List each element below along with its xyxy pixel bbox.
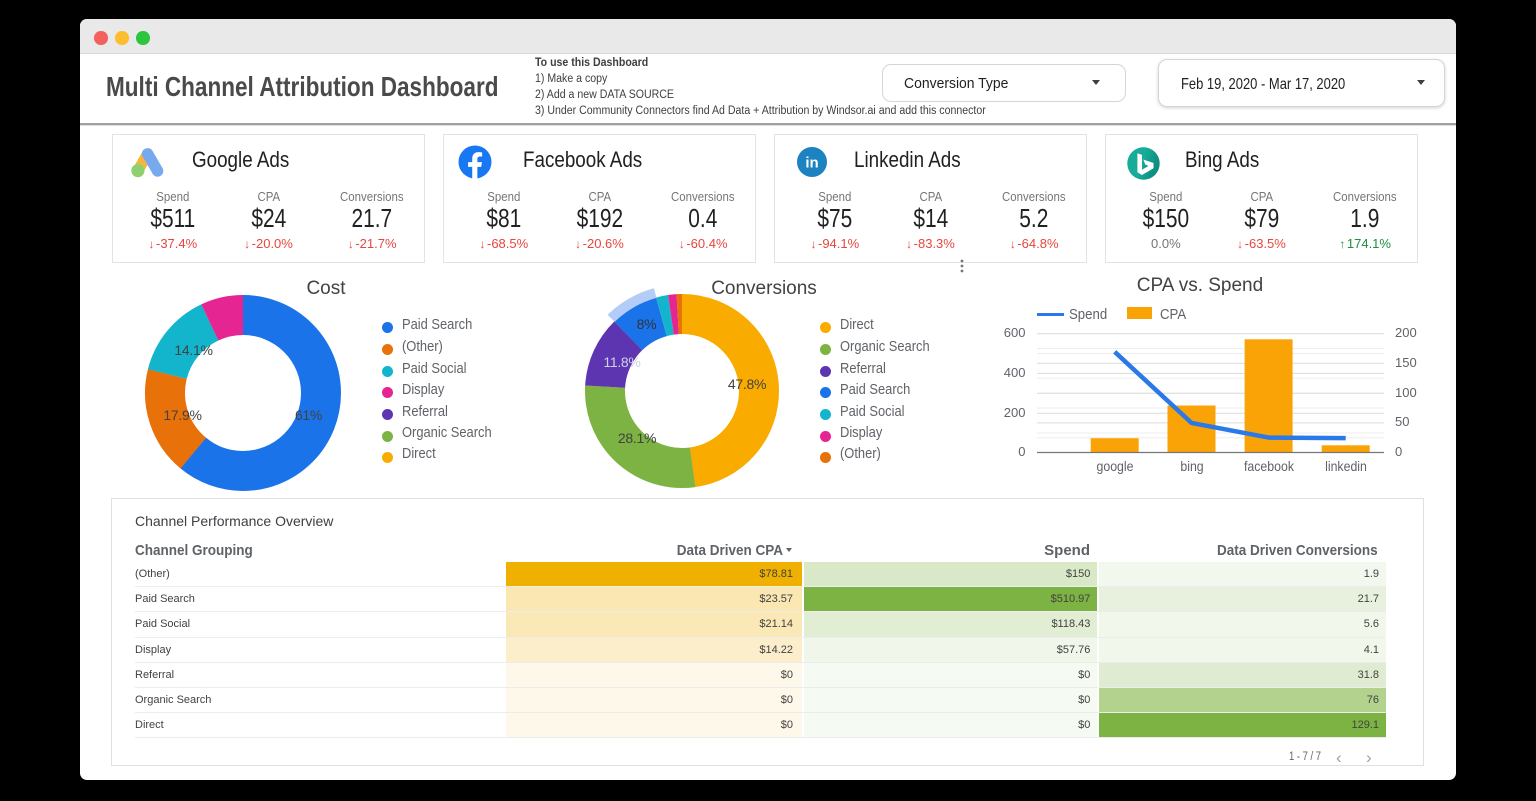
svg-text:in: in bbox=[805, 154, 818, 171]
